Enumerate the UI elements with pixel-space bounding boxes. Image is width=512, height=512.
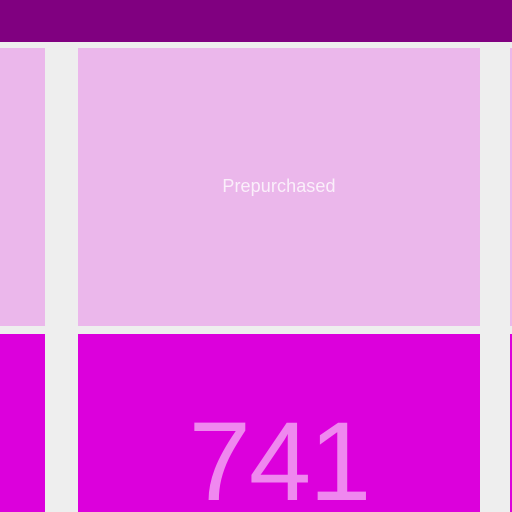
prepurchased-tile[interactable]: Prepurchased: [78, 48, 480, 326]
partial-left-tile[interactable]: [0, 48, 45, 326]
prepurchased-label: Prepurchased: [222, 176, 336, 196]
count-tile[interactable]: 741: [78, 334, 480, 512]
count-value: 741: [188, 399, 372, 512]
app-screen: Prepurchased 741: [0, 0, 512, 512]
partial-left-lower-tile[interactable]: [0, 334, 45, 512]
top-app-bar: [0, 0, 512, 42]
